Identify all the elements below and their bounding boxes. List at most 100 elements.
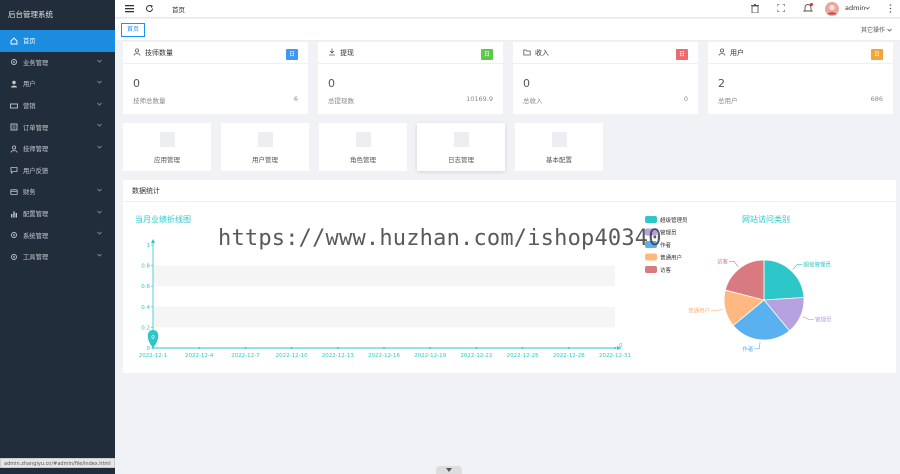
gear-icon (10, 231, 18, 239)
pie-label-line (728, 260, 739, 267)
shortcut-icon (258, 132, 273, 147)
scroll-down-handle[interactable] (436, 466, 462, 474)
pie-chart-title: 网站访问类别 (742, 214, 790, 224)
pie-slice[interactable] (763, 259, 805, 301)
summary-card: 用户 日 2 总用户 686 (708, 42, 893, 114)
triangle-down-icon (446, 468, 452, 472)
trash-icon[interactable] (751, 4, 759, 13)
shortcut-button[interactable]: 应用管理 (123, 123, 211, 171)
legend-label[interactable]: 访客 (660, 266, 672, 274)
y-tick-label: 0.8 (141, 264, 150, 270)
user-icon (133, 47, 141, 58)
shortcut-button[interactable]: 基本配置 (515, 123, 603, 171)
other-ops-dropdown[interactable]: 其它操作 (861, 25, 892, 34)
sidebar-item[interactable]: 财务 (0, 181, 115, 203)
data-point[interactable] (567, 347, 570, 349)
sidebar-item[interactable]: 用户反馈 (0, 160, 115, 182)
menu-toggle-icon[interactable] (125, 4, 134, 13)
card-title: 技师数量 (145, 48, 173, 57)
sidebar-item[interactable]: 系统管理 (0, 224, 115, 246)
sidebar-item-label: 财务 (23, 189, 36, 197)
x-tick-label: 2022-12-19 (414, 353, 446, 359)
pie-label-line (711, 308, 724, 311)
pie-slice-label: 作者 (742, 345, 754, 353)
sidebar-item[interactable]: 订单管理 (0, 116, 115, 138)
shortcut-label: 用户管理 (252, 156, 278, 164)
tab-home[interactable]: 首页 (121, 23, 146, 37)
period-badge[interactable]: 日 (481, 49, 493, 60)
data-point[interactable] (198, 347, 201, 349)
period-badge[interactable]: 日 (286, 49, 298, 60)
period-badge[interactable]: 日 (676, 49, 688, 60)
sidebar-item-label: 系统管理 (23, 232, 49, 240)
fullscreen-icon[interactable] (777, 4, 785, 12)
legend-swatch[interactable] (645, 228, 657, 236)
data-point[interactable] (614, 347, 616, 349)
shortcut-button[interactable]: 用户管理 (221, 123, 309, 171)
sidebar-item-label: 业务管理 (23, 59, 49, 67)
worker-icon (10, 145, 18, 153)
data-point[interactable] (336, 347, 339, 349)
data-point[interactable] (383, 347, 385, 349)
shortcut-button[interactable]: 日志管理 (417, 123, 505, 171)
sidebar-item[interactable]: 业务管理 (0, 52, 115, 74)
sidebar-item[interactable]: 用户 (0, 73, 115, 95)
wallet-icon (10, 188, 18, 196)
status-bar-url: admin.zhangiyu.cn/#admin/file/index.html (0, 458, 115, 468)
chevron-down-icon[interactable] (865, 6, 870, 10)
refresh-icon[interactable] (145, 4, 154, 13)
x-tick-label: 2022-12-16 (368, 353, 400, 359)
more-icon[interactable] (889, 4, 892, 13)
legend-swatch[interactable] (645, 216, 657, 223)
chevron-down-icon (97, 230, 105, 237)
legend-label[interactable]: 普通用户 (660, 254, 682, 262)
legend-label[interactable]: 管理员 (660, 229, 677, 237)
summary-card: 提现 日 0 总提现数 10169.9 (318, 42, 503, 114)
x-tick-label: 2022-12-31 (599, 353, 631, 359)
sidebar-item[interactable]: 工具管理 (0, 246, 115, 268)
stats-title: 数据统计 (123, 180, 896, 202)
bar-chart-icon (10, 210, 18, 218)
summary-card: 技师数量 日 0 技师总数量 6 (123, 42, 308, 114)
x-tick-label: 2022-12-1 (139, 353, 167, 359)
legend-label[interactable]: 超级管理员 (660, 216, 688, 224)
sidebar-item-label: 首页 (23, 38, 36, 46)
y-axis-arrow (151, 239, 155, 243)
pie-slice-label: 超级管理员 (804, 260, 832, 268)
data-point[interactable] (244, 347, 247, 349)
chevron-down-icon (97, 187, 105, 194)
order-icon (10, 123, 18, 131)
sidebar-item[interactable]: 配置管理 (0, 203, 115, 225)
period-badge[interactable]: 日 (871, 49, 883, 60)
grid-band (153, 306, 615, 328)
shortcut-label: 日志管理 (448, 156, 474, 164)
legend-swatch[interactable] (645, 266, 657, 273)
pie-label-line (802, 316, 814, 320)
card-header: 收入 (513, 42, 698, 64)
sidebar-item[interactable]: 技师管理 (0, 138, 115, 160)
bell-icon[interactable] (803, 3, 813, 13)
card-foot-label: 总用户 (718, 97, 738, 105)
legend-swatch[interactable] (645, 241, 657, 248)
shortcut-icon (454, 132, 469, 147)
folder-icon (523, 48, 531, 58)
chevron-down-icon (97, 252, 105, 259)
username[interactable]: admin (845, 4, 865, 12)
legend-label[interactable]: 作者 (660, 241, 672, 249)
card-foot-value: 0 (683, 95, 688, 103)
shortcut-button[interactable]: 角色管理 (319, 123, 407, 171)
avatar[interactable] (825, 2, 839, 16)
data-point[interactable] (290, 347, 293, 349)
data-point[interactable] (521, 347, 524, 349)
breadcrumb[interactable]: 首页 (172, 4, 185, 14)
sidebar-menu: 首页业务管理用户营销 订单管理 技师管理 用户反馈财务配置管理系统管理工具管理 (0, 30, 115, 268)
sidebar-item-label: 用户 (23, 81, 36, 89)
sidebar-item[interactable]: 营销 (0, 95, 115, 117)
legend-swatch[interactable] (645, 253, 657, 261)
x-tick-label: 2022-12-25 (507, 353, 539, 359)
chevron-down-icon (97, 58, 105, 65)
data-point[interactable] (475, 347, 478, 349)
x-tick-label: 2022-12-4 (185, 353, 214, 359)
data-point[interactable] (429, 347, 432, 349)
sidebar-item[interactable]: 首页 (0, 30, 115, 52)
